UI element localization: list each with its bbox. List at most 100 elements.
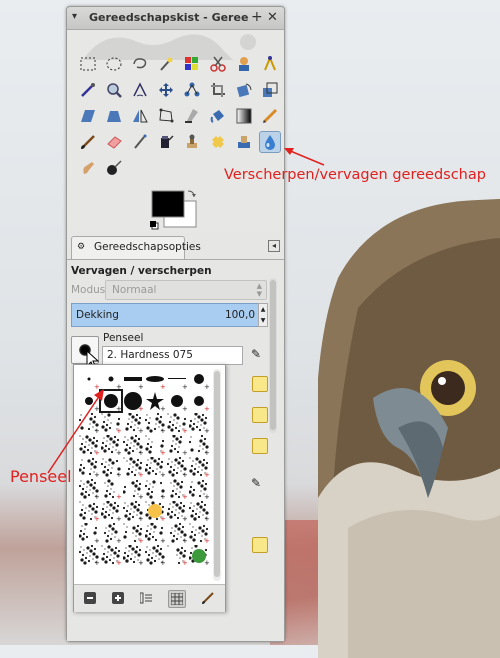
brush-thumbnail[interactable]: + (78, 522, 100, 545)
perspective-tool-icon[interactable] (103, 105, 125, 127)
opacity-slider[interactable]: Dekking 100,0 (71, 303, 260, 327)
brush-thumbnail[interactable]: + (78, 544, 100, 567)
dodge-burn-tool-icon[interactable] (103, 157, 125, 179)
brush-thumbnail[interactable]: + (101, 479, 122, 501)
bucket-fill-tool-icon[interactable] (207, 105, 229, 127)
brush-name-field[interactable]: 2. Hardness 075 (102, 346, 243, 365)
paintbrush-tool-icon[interactable] (77, 131, 99, 153)
cage-transform-tool-icon[interactable] (155, 105, 177, 127)
brush-thumbnail[interactable]: + (145, 435, 166, 457)
options-scrollbar[interactable] (269, 278, 277, 433)
brush-thumbnail[interactable]: + (189, 369, 210, 391)
rect-select-tool-icon[interactable] (77, 53, 99, 75)
brush-thumbnail[interactable]: + (145, 391, 166, 413)
brush-thumbnail[interactable]: + (167, 522, 188, 545)
plus-icon[interactable]: + (251, 9, 263, 25)
move-tool-icon[interactable] (155, 79, 177, 101)
brush-thumbnail[interactable]: + (144, 456, 166, 479)
brush-thumbnail[interactable]: + (144, 479, 166, 501)
fg-bg-color-swatch[interactable] (150, 189, 200, 233)
larger-previews-icon[interactable] (110, 590, 126, 606)
tab-tool-options[interactable]: ⚙ Gereedschapsopties (71, 236, 201, 259)
brush-thumbnail[interactable]: + (123, 391, 144, 413)
pencil-tool-icon[interactable] (259, 105, 281, 127)
edit-brush-icon[interactable]: ✎ (251, 347, 261, 361)
fuzzy-select-tool-icon[interactable] (155, 53, 177, 75)
blur-sharpen-tool-icon[interactable] (259, 131, 281, 153)
brush-thumbnail[interactable]: + (145, 369, 166, 391)
brush-thumbnail[interactable]: + (101, 522, 122, 545)
brush-thumbnail[interactable]: + (167, 391, 188, 413)
brush-thumbnail[interactable]: + (167, 434, 188, 457)
smudge-tool-icon[interactable] (77, 157, 99, 179)
measure-tool-icon[interactable] (129, 79, 151, 101)
brush-thumbnail[interactable]: + (188, 500, 210, 523)
flip-tool-icon[interactable] (129, 105, 151, 127)
edit-dynamics-icon[interactable]: ✎ (251, 476, 261, 490)
brush-thumbnail[interactable]: + (167, 413, 188, 435)
brush-thumbnail[interactable]: + (144, 544, 166, 567)
align-tool-icon[interactable] (181, 79, 203, 101)
brush-thumbnail[interactable]: + (166, 500, 188, 523)
brush-thumbnail[interactable]: + (188, 544, 210, 567)
reset-size-icon[interactable] (252, 376, 268, 392)
scissors-tool-icon[interactable] (207, 53, 229, 75)
opacity-spinner[interactable]: ▲ ▼ (258, 303, 268, 327)
brush-thumbnail[interactable]: + (145, 501, 166, 523)
text-tool-icon[interactable] (181, 105, 203, 127)
brush-thumbnail[interactable]: + (167, 369, 188, 391)
brush-thumbnail[interactable]: + (188, 434, 210, 457)
brush-thumbnail[interactable]: + (101, 545, 122, 567)
list-view-icon[interactable] (138, 590, 154, 606)
rotate-tool-icon[interactable] (233, 79, 255, 101)
reset-rate-icon[interactable] (252, 537, 268, 553)
perspective-clone-tool-icon[interactable] (233, 131, 255, 153)
ink-tool-icon[interactable] (155, 131, 177, 153)
brush-thumbnail[interactable]: + (123, 523, 144, 545)
mode-select[interactable]: Normaal ▲ ▼ (105, 280, 267, 300)
brush-thumbnail[interactable]: + (188, 412, 210, 435)
reset-angle-icon[interactable] (252, 438, 268, 454)
smaller-previews-icon[interactable] (82, 590, 98, 606)
brush-thumbnail[interactable]: + (123, 412, 144, 435)
brush-thumbnail[interactable]: + (167, 545, 188, 567)
brush-thumbnail[interactable]: + (189, 457, 210, 479)
brush-thumbnail[interactable]: + (189, 523, 210, 545)
brush-thumbnail[interactable]: + (122, 479, 144, 501)
close-icon[interactable]: ✕ (267, 10, 278, 25)
color-picker-tool-icon[interactable] (77, 79, 99, 101)
brush-thumbnail[interactable]: + (144, 522, 166, 545)
foreground-select-tool-icon[interactable] (233, 53, 255, 75)
brush-thumbnail[interactable]: + (122, 434, 144, 457)
brush-thumbnail[interactable]: + (123, 457, 144, 479)
brush-thumbnail[interactable]: + (122, 500, 144, 523)
panel-menu-icon[interactable]: ◂ (268, 240, 280, 252)
open-brush-editor-icon[interactable] (200, 590, 216, 606)
clone-tool-icon[interactable] (181, 131, 203, 153)
lasso-tool-icon[interactable] (129, 53, 151, 75)
zoom-tool-icon[interactable] (103, 79, 125, 101)
reset-aspect-icon[interactable] (252, 407, 268, 423)
ellipse-select-tool-icon[interactable] (103, 53, 125, 75)
scale-tool-icon[interactable] (259, 79, 281, 101)
brush-thumbnail[interactable]: + (167, 479, 188, 501)
brush-thumbnail[interactable]: + (78, 478, 100, 501)
shear-tool-icon[interactable] (77, 105, 99, 127)
airbrush-tool-icon[interactable] (129, 131, 151, 153)
brush-scrollbar[interactable] (213, 369, 221, 581)
brush-thumbnail[interactable]: + (123, 369, 144, 391)
options-scroll-thumb[interactable] (270, 280, 276, 430)
menu-triangle-icon[interactable]: ▾ (72, 11, 84, 23)
heal-tool-icon[interactable] (207, 131, 229, 153)
brush-scroll-thumb[interactable] (214, 371, 220, 577)
brush-thumbnail[interactable]: + (166, 456, 188, 479)
brush-thumbnail[interactable]: + (100, 500, 122, 523)
paths-tool-icon[interactable] (259, 53, 281, 75)
select-by-color-tool-icon[interactable] (181, 53, 203, 75)
brush-thumbnail[interactable]: + (188, 479, 210, 501)
eraser-tool-icon[interactable] (103, 131, 125, 153)
blend-tool-icon[interactable] (233, 105, 255, 127)
brush-thumbnail[interactable]: + (79, 501, 100, 523)
crop-tool-icon[interactable] (207, 79, 229, 101)
grid-view-icon[interactable] (168, 590, 186, 608)
